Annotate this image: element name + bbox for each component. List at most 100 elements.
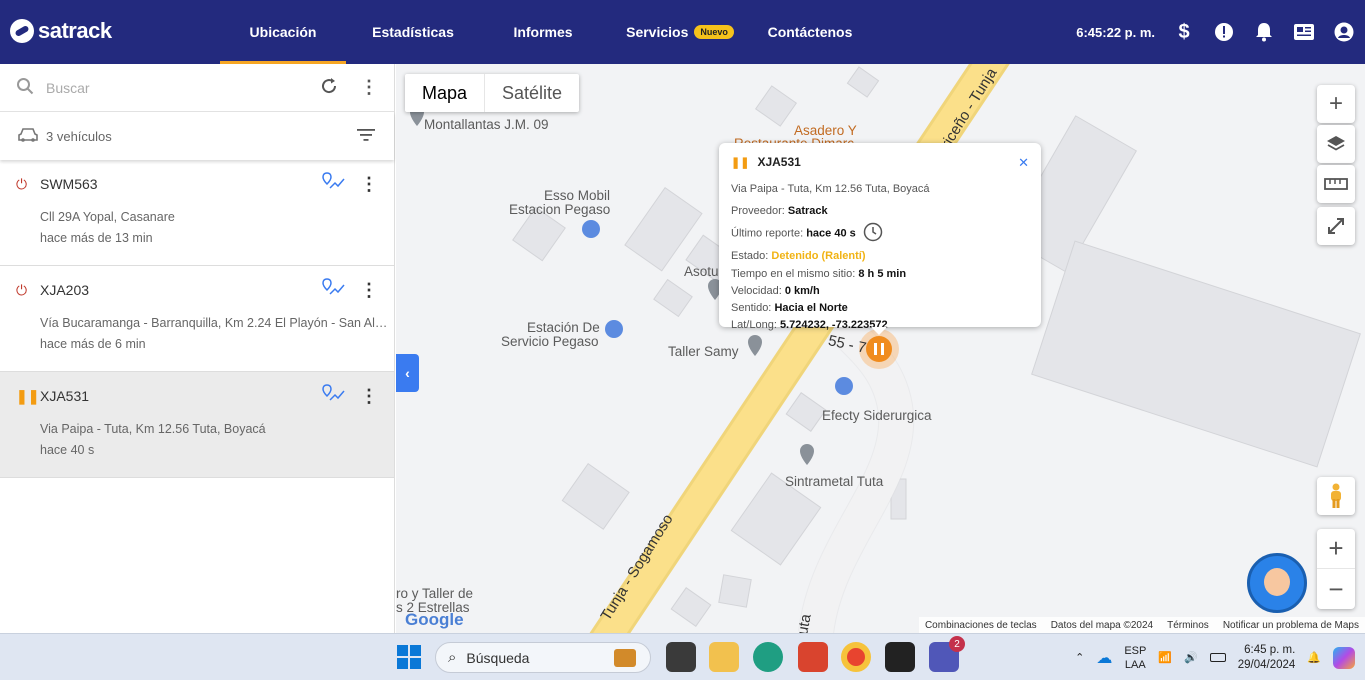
place-label[interactable]: Esso Mobil — [544, 188, 610, 203]
route-icon[interactable] — [322, 171, 346, 197]
onedrive-icon[interactable]: ☁ — [1096, 648, 1112, 668]
zoom-in-top-button[interactable]: + — [1317, 85, 1355, 123]
more-options-icon[interactable]: ⋮ — [360, 174, 378, 195]
report-problem-link[interactable]: Notificar un problema de Maps — [1223, 620, 1359, 631]
vehicle-count: 3 vehículos — [46, 128, 112, 144]
filter-icon[interactable] — [356, 128, 376, 145]
nav-label: Contáctenos — [767, 24, 853, 40]
vehicle-item-xja531[interactable]: ❚❚ XJA531 ⋮ Via Paipa - Tuta, Km 12.56 T… — [0, 372, 394, 478]
nav-label: Ubicación — [249, 24, 317, 40]
wps-icon[interactable] — [798, 642, 828, 672]
refresh-icon[interactable] — [320, 77, 338, 98]
place-label[interactable]: Asotu — [684, 264, 719, 279]
popup-label: Velocidad: — [731, 285, 782, 297]
nav-label: Informes — [513, 24, 573, 40]
windows-start-button[interactable] — [397, 645, 421, 669]
search-input[interactable]: Buscar — [46, 80, 320, 96]
logo-icon — [10, 19, 34, 43]
place-label[interactable]: Montallantas J.M. 09 — [424, 117, 549, 132]
clock-icon[interactable] — [863, 222, 883, 245]
chevron-up-icon[interactable]: ⌃ — [1075, 651, 1084, 664]
ruler-icon — [1324, 178, 1348, 190]
assistant-avatar-button[interactable] — [1247, 553, 1307, 613]
vehicle-item-swm563[interactable]: ⏻ SWM563 ⋮ Cll 29A Yopal, Casanare hace … — [0, 160, 394, 266]
news-icon[interactable] — [1293, 21, 1315, 43]
route-icon[interactable] — [322, 277, 346, 303]
vehicle-plate: SWM563 — [40, 176, 98, 192]
copilot-icon[interactable] — [1333, 646, 1355, 669]
satrack-logo[interactable]: satrack — [10, 18, 112, 44]
place-label[interactable]: Estacion Pegaso — [509, 202, 610, 217]
place-label[interactable]: ro y Taller de — [396, 586, 473, 601]
expand-icon — [1328, 218, 1344, 234]
header-clock: 6:45:22 p. m. — [1076, 24, 1155, 40]
task-view-icon[interactable] — [666, 642, 696, 672]
nav-contactenos[interactable]: Contáctenos — [754, 0, 866, 64]
close-icon[interactable]: ✕ — [1018, 155, 1029, 171]
vehicle-last-report: hace 40 s — [40, 443, 95, 457]
place-label[interactable]: Sintrametal Tuta — [785, 474, 883, 489]
file-explorer-icon[interactable] — [709, 642, 739, 672]
place-label[interactable]: Efecty Siderurgica — [822, 408, 932, 423]
pause-icon: ❚❚ — [16, 387, 40, 404]
lang-code: ESP — [1124, 644, 1147, 657]
collapse-sidebar-button[interactable]: ‹ — [396, 354, 419, 392]
briefcase-icon — [614, 648, 636, 667]
place-label[interactable]: Servicio Pegaso — [501, 334, 599, 349]
nav-informes[interactable]: Informes — [480, 0, 606, 64]
bell-icon[interactable] — [1253, 21, 1275, 43]
volume-icon[interactable]: 🔊 — [1184, 651, 1198, 664]
nav-servicios[interactable]: Servicios Nuevo — [606, 0, 754, 64]
taskbar-clock[interactable]: 6:45 p. m. 29/04/2024 — [1238, 643, 1296, 673]
map-type-satellite[interactable]: Satélite — [485, 74, 579, 112]
vehicle-address: Via Paipa - Tuta, Km 12.56 Tuta, Boyacá — [40, 422, 266, 436]
system-tray: ⌃ ☁ ESP LAA 📶 🔊 6:45 p. m. 29/04/2024 🔔 — [1075, 634, 1365, 681]
route-icon[interactable] — [322, 383, 346, 409]
wifi-icon[interactable]: 📶 — [1158, 651, 1172, 664]
popup-time-same: 8 h 5 min — [858, 268, 907, 280]
edge-icon[interactable] — [753, 642, 783, 672]
nav-label: Servicios — [626, 24, 689, 40]
popup-address: Via Paipa - Tuta, Km 12.56 Tuta, Boyacá — [731, 183, 930, 195]
more-options-icon[interactable]: ⋮ — [360, 77, 378, 98]
terms-link[interactable]: Términos — [1167, 620, 1209, 631]
chrome-icon[interactable] — [841, 642, 871, 672]
place-label[interactable]: Estación De — [527, 320, 600, 335]
bell-icon[interactable]: 🔔 — [1307, 651, 1321, 664]
more-options-icon[interactable]: ⋮ — [360, 280, 378, 301]
search-bar: Buscar ⋮ — [0, 64, 394, 112]
search-icon — [16, 77, 34, 98]
popup-speed: 0 km/h — [784, 285, 820, 297]
taskbar-search[interactable]: ⌕ Búsqueda — [435, 642, 651, 673]
street-view-button[interactable] — [1317, 477, 1355, 515]
battery-icon[interactable] — [1209, 653, 1226, 662]
vehicle-sidebar: Buscar ⋮ 3 vehículos ⏻ SWM563 ⋮ Cll 29A … — [0, 64, 395, 633]
nav-estadisticas[interactable]: Estadísticas — [346, 0, 480, 64]
map-view[interactable]: Mapa Satélite Montallantas J.M. 09 Asade… — [396, 64, 1365, 633]
ruler-button[interactable] — [1317, 165, 1355, 203]
taskbar-time: 6:45 p. m. — [1244, 643, 1296, 656]
windows-taskbar: ⌕ Búsqueda 2 ⌃ ☁ ESP LAA 📶 🔊 6:45 p. m. … — [0, 633, 1365, 680]
teams-badge: 2 — [949, 636, 965, 652]
layers-button[interactable] — [1317, 125, 1355, 163]
zoom-out-button[interactable]: − — [1317, 569, 1355, 609]
language-indicator[interactable]: ESP LAA — [1124, 644, 1146, 672]
more-options-icon[interactable]: ⋮ — [360, 386, 378, 407]
alert-icon[interactable] — [1213, 21, 1235, 43]
dollar-icon[interactable]: $ — [1173, 21, 1195, 43]
user-icon[interactable] — [1333, 21, 1355, 43]
popup-label: Último reporte: — [731, 227, 804, 240]
vehicle-item-xja203[interactable]: ⏻ XJA203 ⋮ Vía Bucaramanga - Barranquill… — [0, 266, 394, 372]
nav-ubicacion[interactable]: Ubicación — [220, 0, 346, 64]
fullscreen-button[interactable] — [1317, 207, 1355, 245]
keyboard-shortcuts-link[interactable]: Combinaciones de teclas — [925, 620, 1037, 631]
place-label[interactable]: Taller Samy — [668, 344, 739, 359]
teams-icon[interactable]: 2 — [929, 636, 965, 672]
map-type-map[interactable]: Mapa — [405, 74, 486, 112]
zoom-controls: + − — [1317, 529, 1355, 609]
zoom-in-button[interactable]: + — [1317, 529, 1355, 569]
sticky-notes-icon[interactable] — [885, 642, 915, 672]
layers-icon — [1327, 136, 1345, 151]
popup-provider: Satrack — [787, 205, 828, 217]
road-label: uta — [794, 612, 815, 633]
